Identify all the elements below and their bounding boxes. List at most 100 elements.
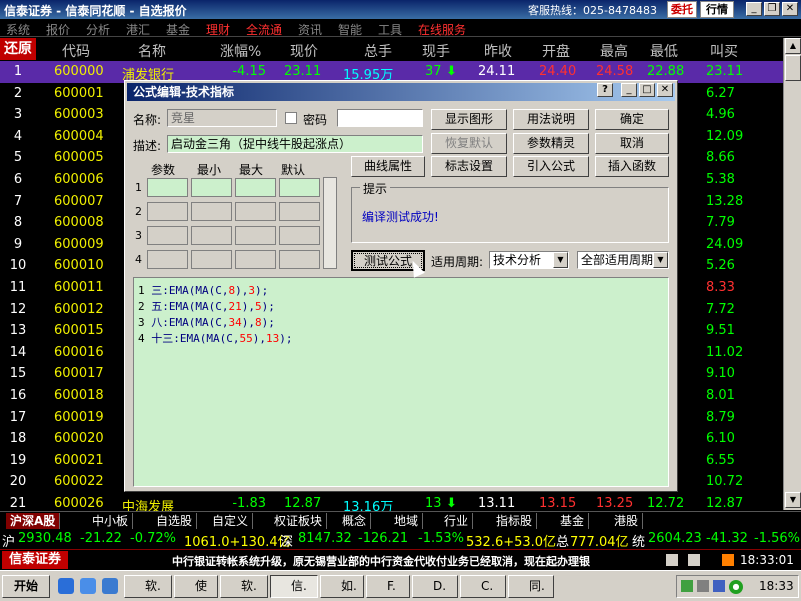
param-cell[interactable]: [147, 250, 188, 269]
col-code[interactable]: 代码: [62, 41, 90, 61]
tab-region[interactable]: 地域: [390, 513, 424, 529]
taskbar-item-9[interactable]: 同.: [508, 575, 554, 598]
col-low[interactable]: 最低: [650, 41, 678, 61]
taskbar-item-8[interactable]: C.: [460, 575, 506, 598]
cancel-button[interactable]: 取消: [595, 133, 669, 154]
taskbar-item-1[interactable]: 软.: [124, 575, 172, 598]
scroll-thumb[interactable]: [785, 55, 801, 81]
col-change[interactable]: 涨幅%: [220, 41, 261, 61]
tab-warrants[interactable]: 权证板块: [270, 513, 328, 529]
col-cur-vol[interactable]: 现手: [422, 41, 450, 61]
taskbar-item-2[interactable]: 使: [174, 575, 218, 598]
tab-funds[interactable]: 基金: [556, 513, 590, 529]
scroll-up-icon[interactable]: ▲: [785, 38, 801, 54]
menu-smart[interactable]: 智能: [338, 21, 362, 38]
qq-icon[interactable]: [80, 578, 96, 594]
dialog-maximize-icon[interactable]: □: [639, 83, 655, 97]
usage-button[interactable]: 用法说明: [513, 109, 589, 130]
col-restore[interactable]: 还原: [0, 38, 36, 60]
param-wizard-button[interactable]: 参数精灵: [513, 133, 589, 154]
antivirus-icon[interactable]: ●: [729, 580, 743, 594]
tab-industry[interactable]: 行业: [440, 513, 474, 529]
start-button[interactable]: 开始: [2, 575, 50, 598]
password-checkbox[interactable]: [285, 112, 297, 124]
taskbar-item-5[interactable]: 如.: [320, 575, 364, 598]
taskbar-item-7[interactable]: D.: [412, 575, 458, 598]
table-scrollbar[interactable]: ▲ ▼: [783, 38, 801, 510]
param-cell[interactable]: [147, 226, 188, 245]
message-icon[interactable]: [722, 554, 734, 566]
restore-default-button[interactable]: 恢复默认: [431, 133, 507, 154]
menu-info[interactable]: 资讯: [298, 21, 322, 38]
param-cell[interactable]: [235, 202, 276, 221]
param-cell[interactable]: [147, 178, 188, 197]
menu-hk[interactable]: 港汇: [126, 21, 150, 38]
param-cell[interactable]: [279, 250, 320, 269]
tab-sme[interactable]: 中小板: [88, 513, 134, 529]
calc-icon[interactable]: [666, 554, 678, 566]
taskbar-item-6[interactable]: F.: [366, 575, 410, 598]
menu-analysis[interactable]: 分析: [86, 21, 110, 38]
col-open[interactable]: 开盘: [542, 41, 570, 61]
col-price[interactable]: 现价: [290, 41, 318, 61]
tab-concept[interactable]: 概念: [338, 513, 372, 529]
menu-full-circulation[interactable]: 全流通: [246, 21, 282, 38]
tab-sh-sz-a[interactable]: 沪深A股: [6, 513, 61, 529]
tab-index-stocks[interactable]: 指标股: [492, 513, 538, 529]
menu-quote[interactable]: 报价: [46, 21, 70, 38]
all-period-select[interactable]: 全部适用周期 ▼: [577, 251, 669, 269]
col-volume[interactable]: 总手: [364, 41, 392, 61]
explorer-icon[interactable]: [102, 578, 118, 594]
dialog-minimize-icon[interactable]: _: [621, 83, 637, 97]
col-prev-close[interactable]: 昨收: [484, 41, 512, 61]
chevron-down-icon[interactable]: ▼: [553, 252, 568, 268]
keyboard-icon[interactable]: [688, 554, 700, 566]
param-cell[interactable]: [147, 202, 188, 221]
tab-hk[interactable]: 港股: [610, 513, 644, 529]
param-scrollbar[interactable]: [323, 177, 337, 269]
ok-button[interactable]: 确定: [595, 109, 669, 130]
col-name[interactable]: 名称: [138, 41, 166, 61]
quote-button[interactable]: 行情: [700, 1, 734, 18]
taskbar-item-4[interactable]: 信.: [270, 575, 318, 598]
scroll-down-icon[interactable]: ▼: [785, 492, 801, 508]
param-cell[interactable]: [191, 202, 232, 221]
news-ticker[interactable]: 中行银证转帐系统升级，原无锡营业部的中行资金代收付业务已经取消，现在起办理银: [172, 553, 662, 569]
menu-fund[interactable]: 基金: [166, 21, 190, 38]
close-icon[interactable]: ✕: [782, 2, 798, 16]
col-bid[interactable]: 叫买: [710, 41, 738, 61]
param-cell[interactable]: [235, 250, 276, 269]
description-field[interactable]: 启动金三角（捉中线牛股起涨点）: [167, 135, 423, 153]
menu-online[interactable]: 在线服务: [418, 21, 466, 38]
param-cell[interactable]: [279, 226, 320, 245]
menu-finance[interactable]: 理财: [206, 21, 230, 38]
help-icon[interactable]: ?: [597, 83, 613, 97]
tab-watchlist[interactable]: 自选股: [152, 513, 198, 529]
formula-editor[interactable]: 1 三:EMA(MA(C,8),3); 2 五:EMA(MA(C,21),5); 3…: [133, 277, 669, 487]
param-cell[interactable]: [279, 202, 320, 221]
taskbar-item-3[interactable]: 软.: [220, 575, 268, 598]
insert-function-button[interactable]: 插入函数: [595, 156, 669, 177]
ime-icon[interactable]: [713, 580, 725, 592]
dialog-close-icon[interactable]: ✕: [657, 83, 673, 97]
menu-tools[interactable]: 工具: [378, 21, 402, 38]
ie-icon[interactable]: [58, 578, 74, 594]
period-select[interactable]: 技术分析 ▼: [489, 251, 569, 269]
chevron-down-icon[interactable]: ▼: [653, 252, 668, 268]
curve-attr-button[interactable]: 曲线属性: [351, 156, 425, 177]
col-high[interactable]: 最高: [600, 41, 628, 61]
password-field[interactable]: [337, 109, 423, 127]
menu-system[interactable]: 系统: [6, 21, 30, 38]
volume-icon[interactable]: [697, 580, 709, 592]
network-icon[interactable]: [681, 580, 693, 592]
show-graph-button[interactable]: 显示图形: [431, 109, 507, 130]
trade-button[interactable]: 委托: [667, 1, 697, 18]
tab-custom[interactable]: 自定义: [208, 513, 254, 529]
param-cell[interactable]: [235, 226, 276, 245]
param-cell[interactable]: [191, 250, 232, 269]
restore-icon[interactable]: ❐: [764, 2, 780, 16]
param-cell[interactable]: [191, 178, 232, 197]
name-field[interactable]: 竞星: [167, 109, 277, 127]
param-cell[interactable]: [235, 178, 276, 197]
import-formula-button[interactable]: 引入公式: [513, 156, 589, 177]
